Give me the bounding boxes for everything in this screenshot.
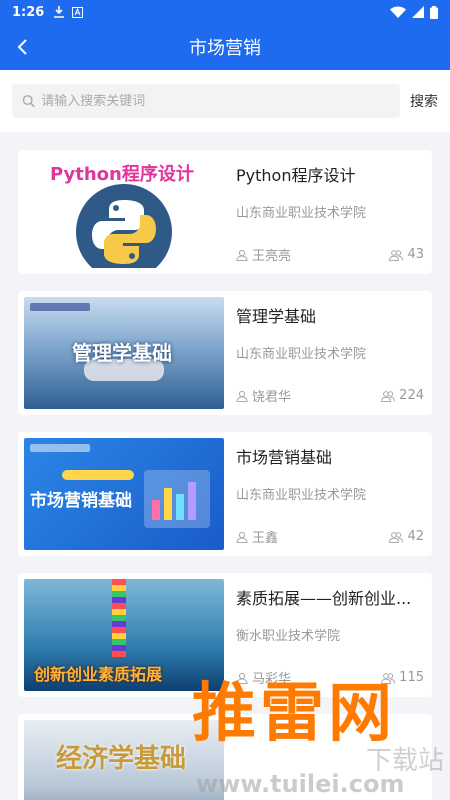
course-card[interactable]: Python程序设计 Python程序设计 山东商业职业技术学院 王亮亮 43 [18, 150, 432, 274]
student-count-value: 43 [407, 247, 424, 262]
course-thumbnail: Python程序设计 [24, 156, 224, 268]
thumbnail-title: 市场营销基础 [30, 491, 132, 511]
tag-strip [62, 470, 134, 480]
striped-figure [112, 579, 126, 657]
course-info: 市场营销基础 山东商业职业技术学院 王鑫 42 [224, 438, 426, 550]
course-meta: 王亮亮 43 [236, 245, 424, 264]
course-school: 山东商业职业技术学院 [236, 347, 367, 362]
chart-graphic [144, 470, 210, 528]
python-logo-icon [76, 184, 172, 268]
status-bar: 1:26 [0, 0, 450, 24]
teacher-name: 饶君华 [252, 390, 292, 405]
course-title: 管理学基础 [236, 307, 317, 326]
course-meta: 王鑫 42 [236, 527, 424, 546]
course-info: 素质拓展——创新创业... 衡水职业技术学院 马彩华 115 [224, 579, 426, 691]
wifi-icon [390, 6, 406, 18]
search-icon [22, 95, 35, 108]
signal-icon [412, 6, 424, 18]
battery-icon [430, 5, 438, 19]
chevron-left-icon [17, 39, 27, 55]
back-button[interactable] [0, 24, 46, 70]
course-title: 市场营销基础 [236, 448, 333, 467]
teacher-name: 王亮亮 [252, 249, 292, 264]
watermark-url: www.tuilei.com [196, 770, 405, 798]
page-title: 市场营销 [189, 38, 261, 59]
student-count-value: 42 [407, 529, 424, 544]
course-card[interactable]: 市场营销基础 市场营销基础 山东商业职业技术学院 王鑫 42 [18, 432, 432, 556]
school-logo [30, 444, 90, 452]
thumbnail-title: 经济学基础 [56, 744, 187, 774]
student-count: 224 [381, 388, 424, 403]
user-icon [236, 531, 248, 543]
watermark: 推雷网 下载站 www.tuilei.com [180, 678, 450, 800]
course-thumbnail: 市场营销基础 [24, 438, 224, 550]
teacher-name: 王鑫 [252, 531, 279, 546]
course-teacher: 王亮亮 [236, 245, 291, 264]
status-time: 1:26 [12, 4, 45, 20]
course-title: 素质拓展——创新创业... [236, 589, 412, 608]
course-school: 山东商业职业技术学院 [236, 488, 367, 503]
course-card[interactable]: 管理学基础 管理学基础 山东商业职业技术学院 饶君华 224 [18, 291, 432, 415]
course-meta: 饶君华 224 [236, 386, 424, 405]
users-icon [381, 390, 396, 402]
thumbnail-title: 管理学基础 [72, 341, 172, 365]
course-teacher: 饶君华 [236, 386, 291, 405]
course-title: Python程序设计 [236, 166, 356, 185]
school-logo [30, 303, 90, 311]
user-icon [236, 249, 248, 261]
student-count: 43 [389, 247, 424, 262]
course-info: Python程序设计 山东商业职业技术学院 王亮亮 43 [224, 156, 426, 268]
course-info: 管理学基础 山东商业职业技术学院 饶君华 224 [224, 297, 426, 409]
course-thumbnail: 管理学基础 [24, 297, 224, 409]
user-icon [236, 390, 248, 402]
search-button[interactable]: 搜索 [410, 91, 438, 111]
course-teacher: 王鑫 [236, 527, 278, 546]
users-icon [389, 249, 404, 261]
course-thumbnail: 创新创业素质拓展 [24, 579, 224, 691]
users-icon [389, 531, 404, 543]
search-bar: 搜索 [0, 70, 450, 132]
search-input[interactable] [41, 93, 390, 109]
course-school: 衡水职业技术学院 [236, 629, 341, 644]
student-count-value: 224 [399, 388, 424, 403]
student-count: 42 [389, 529, 424, 544]
search-box[interactable] [12, 84, 400, 118]
thumbnail-title: 创新创业素质拓展 [34, 665, 163, 684]
app-bar: 市场营销 [0, 24, 450, 70]
course-school: 山东商业职业技术学院 [236, 206, 367, 221]
download-icon [54, 6, 65, 18]
app-notification-icon [72, 6, 84, 18]
